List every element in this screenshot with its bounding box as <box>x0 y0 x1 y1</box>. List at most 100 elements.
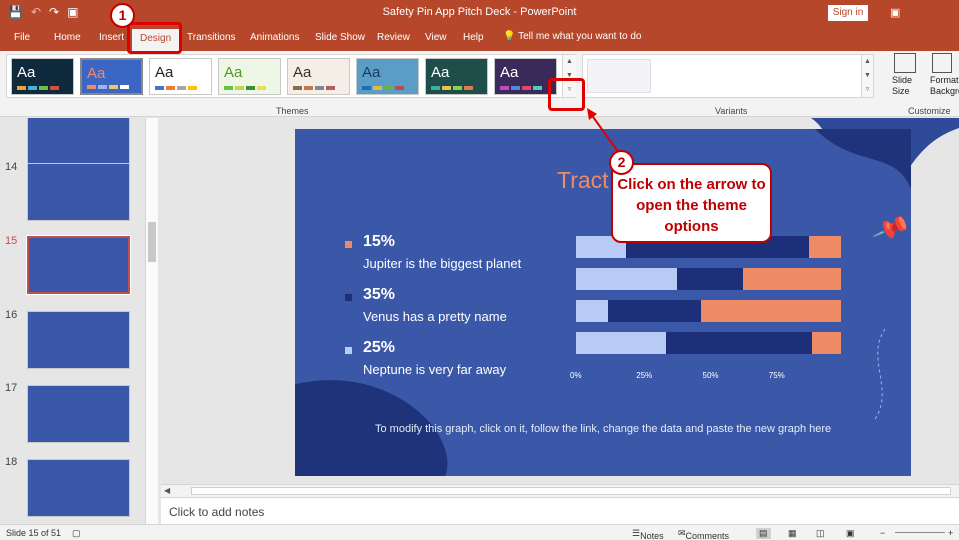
theme-color-swatch <box>373 86 382 90</box>
slide-thumbnail[interactable] <box>27 459 130 517</box>
tab-insert[interactable]: Insert <box>99 32 124 43</box>
chart-bar-segment <box>607 300 701 322</box>
slide-number: 14 <box>5 161 18 173</box>
theme-color-swatch <box>293 86 302 90</box>
theme-color-swatch <box>188 86 197 90</box>
theme-tile[interactable]: Aa <box>218 58 281 95</box>
canvas-horizontal-scrollbar[interactable]: ◀ <box>161 484 959 497</box>
tell-me-text: Tell me what you want to do <box>518 31 642 42</box>
theme-tile-label: Aa <box>500 64 519 81</box>
slide-thumbnail[interactable] <box>27 163 130 221</box>
theme-tile-label: Aa <box>155 64 174 81</box>
tab-help[interactable]: Help <box>463 32 484 43</box>
notes-toggle[interactable]: ☰ Notes <box>632 528 664 540</box>
theme-color-swatch <box>453 86 462 90</box>
theme-tile-label: Aa <box>87 65 106 82</box>
slide-thumbnail[interactable] <box>27 385 130 443</box>
highlight-design-tab <box>127 22 182 54</box>
chart-bar-segment <box>576 268 677 290</box>
slide-sorter-icon[interactable]: ▦ <box>788 528 797 539</box>
comments-toggle-label: Comments <box>685 531 730 540</box>
tab-transitions[interactable]: Transitions <box>187 32 236 43</box>
theme-tile-label: Aa <box>431 64 450 81</box>
theme-color-swatch <box>109 85 118 89</box>
chart-x-tick-label: 25% <box>636 371 653 380</box>
reading-view-icon[interactable]: ◫ <box>816 528 825 539</box>
theme-color-swatch <box>464 86 473 90</box>
step-1-badge: 1 <box>110 3 135 28</box>
gallery-up-arrow-icon[interactable]: ▲ <box>563 55 576 69</box>
sign-in-button[interactable]: Sign in <box>828 5 868 21</box>
thumbnails-scrollbar[interactable] <box>145 118 158 524</box>
slide-size-button[interactable]: Slide Size <box>892 53 918 97</box>
theme-color-swatch <box>362 86 371 90</box>
slide-thumbnail-selected[interactable] <box>26 235 131 295</box>
chart-bar-segment <box>676 268 743 290</box>
slide-number: 17 <box>5 382 18 394</box>
scrollbar-thumb[interactable] <box>148 222 156 262</box>
window-title: Safety Pin App Pitch Deck - PowerPoint <box>382 6 577 18</box>
slide-thumbnail[interactable] <box>27 118 130 166</box>
variant-tile[interactable] <box>587 59 651 93</box>
slide-size-label: Slide Size <box>892 75 913 96</box>
theme-tile[interactable]: Aa <box>425 58 488 95</box>
spell-check-icon[interactable]: ▢ <box>72 528 81 539</box>
tab-file[interactable]: File <box>14 32 30 43</box>
tab-review[interactable]: Review <box>377 32 410 43</box>
theme-color-swatch <box>177 86 186 90</box>
theme-color-swatch <box>431 86 440 90</box>
theme-color-bars <box>431 86 473 90</box>
theme-color-swatch <box>500 86 509 90</box>
ribbon-display-options-icon[interactable]: ▣ <box>890 6 900 19</box>
theme-color-swatch <box>511 86 520 90</box>
status-bar: Slide 15 of 51 ▢ ☰ Notes ✉ Comments ▤ ▦ … <box>0 524 959 540</box>
format-background-button[interactable]: Format Background <box>930 53 959 97</box>
highlight-gallery-more-arrow <box>548 78 585 111</box>
chart-bar-segment <box>700 300 841 322</box>
variants-group-label: Variants <box>715 106 748 116</box>
theme-color-swatch <box>28 86 37 90</box>
instruction-text: Click on the arrow to open the theme opt… <box>617 176 766 235</box>
tab-view[interactable]: View <box>425 32 447 43</box>
variants-gallery: ▲ ▼ ▿ <box>582 54 874 98</box>
theme-tile[interactable]: Aa <box>80 58 143 95</box>
theme-color-swatch <box>39 86 48 90</box>
slide-footer-text: To modify this graph, click on it, follo… <box>375 423 832 435</box>
zoom-in-icon[interactable]: + <box>948 528 953 538</box>
theme-tile-label: Aa <box>17 64 36 81</box>
tab-home[interactable]: Home <box>54 32 81 43</box>
scrollbar-thumb[interactable] <box>191 487 951 495</box>
chart-x-tick-label: 0% <box>570 371 582 380</box>
format-background-label: Format Background <box>930 75 959 96</box>
slide-canvas: Tract 15% Jupiter is the biggest planet … <box>161 118 959 484</box>
slideshow-icon[interactable]: ▣ <box>846 528 855 539</box>
zoom-slider[interactable] <box>895 532 945 533</box>
theme-color-bars <box>362 86 404 90</box>
variants-scroll[interactable]: ▲ ▼ ▿ <box>861 55 873 97</box>
theme-tile[interactable]: Aa <box>356 58 419 95</box>
chart-x-tick-label: 75% <box>768 371 785 380</box>
theme-color-bars <box>87 85 129 89</box>
slide-thumbnail[interactable] <box>27 311 130 369</box>
tab-animations[interactable]: Animations <box>250 32 299 43</box>
notes-pane[interactable]: Click to add notes <box>161 497 959 524</box>
theme-tile[interactable]: Aa <box>287 58 350 95</box>
normal-view-icon[interactable]: ▤ <box>756 528 771 539</box>
format-background-icon <box>932 53 952 73</box>
zoom-out-icon[interactable]: − <box>880 528 885 538</box>
comments-toggle[interactable]: ✉ Comments <box>678 528 729 540</box>
theme-tile[interactable]: Aa <box>11 58 74 95</box>
slide[interactable]: Tract 15% Jupiter is the biggest planet … <box>295 129 911 476</box>
themes-group-label: Themes <box>276 106 309 116</box>
scroll-left-arrow-icon[interactable]: ◀ <box>164 486 170 495</box>
notes-toggle-label: Notes <box>640 531 664 540</box>
tab-slide-show[interactable]: Slide Show <box>315 32 365 43</box>
chart-bar-segment <box>576 300 608 322</box>
theme-tile[interactable]: Aa <box>149 58 212 95</box>
theme-color-swatch <box>304 86 313 90</box>
chart-x-tick-label: 50% <box>702 371 719 380</box>
notes-placeholder: Click to add notes <box>169 505 265 519</box>
tell-me-search[interactable]: 💡 Tell me what you want to do <box>503 31 641 42</box>
slide-number: 15 <box>5 235 18 247</box>
chart-bar-segment <box>666 332 812 354</box>
